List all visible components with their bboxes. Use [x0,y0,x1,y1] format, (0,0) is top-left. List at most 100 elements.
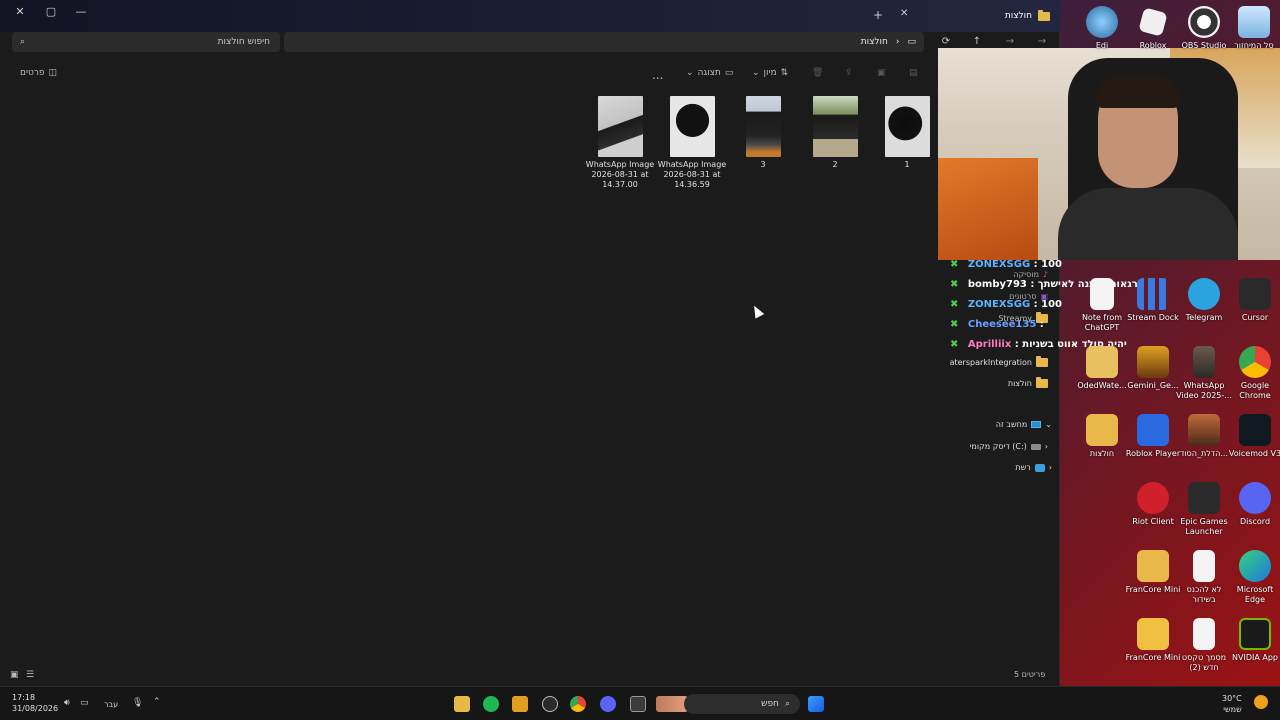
desktop-icon-edge[interactable]: Microsoft Edge [1227,550,1280,605]
image-thumbnail [745,96,781,157]
desktop-icon-obs[interactable]: OBS Studio [1176,6,1232,51]
paste-icon[interactable]: ▤ [909,68,918,78]
file-name: 2026-08-31 at [663,170,721,179]
chevron-up-icon[interactable]: ⌃ [153,697,161,707]
file-name: WhatsApp Image [585,160,655,169]
desktop-icon-nvidia[interactable]: NVIDIA App [1227,618,1280,663]
file-item[interactable]: 1 [872,96,942,170]
network-icon [1034,463,1045,472]
up-button[interactable]: ↑ [969,36,985,47]
file-name: 2026-08-31 at [591,170,649,179]
desktop-icon-voicemod[interactable]: Voicemod V3 [1227,414,1280,459]
desktop-icon-secret-door[interactable]: הדלת_הסוד... [1176,414,1232,459]
maximize-button[interactable]: ▢ [39,2,63,20]
back-button[interactable]: → [1034,36,1050,47]
spotify-icon[interactable] [483,696,499,712]
file-explorer-taskbar-icon[interactable] [454,696,470,712]
desktop-icon-discord[interactable]: Discord [1227,482,1280,527]
desktop-icon-label: Voicemod V3 [1228,449,1280,458]
desktop-icon-label: Cursor [1241,313,1269,322]
desktop-icon-label: Discord [1239,517,1271,526]
desktop-icon-edi[interactable]: Edi [1074,6,1130,51]
desktop-icon-gemini[interactable]: Gemini_Ge... [1125,346,1181,391]
desktop-icon-label: חולצות [1089,449,1115,458]
desktop-icon-label: FranCore Mini [1125,653,1181,662]
details-pane-button[interactable]: פרטים ◫ [20,68,57,78]
chatgpt-icon[interactable] [542,696,558,712]
delete-icon[interactable]: 🗑 [812,68,823,78]
desktop-icon-label: Note from ChatGPT [1081,313,1123,332]
clock[interactable]: 17:18 31/08/2026 [12,692,58,714]
nav-item-current-folder[interactable]: חולצות [1008,377,1048,388]
search-placeholder: חפש [761,699,779,709]
desktop-icon-epic[interactable]: Epic Games Launcher [1176,482,1232,537]
file-name: 14.36.59 [674,180,710,189]
desktop-icon-telegram[interactable]: Telegram [1176,278,1232,323]
desktop-icon-label: OBS Studio [1181,41,1227,50]
sort-button[interactable]: ⌄ מיון ⇅ [752,68,788,78]
forward-button[interactable]: → [1002,36,1018,47]
more-options-button[interactable]: ... [652,68,663,82]
chat-text: 100 [1041,299,1062,310]
task-view-icon[interactable] [630,696,646,712]
nav-item-integration[interactable]: atersparkIntegration [950,356,1048,367]
volume-icon[interactable]: 🔊︎ [64,698,70,708]
desktop-icon-whatsapp-video[interactable]: WhatsApp Video 2025-... [1176,346,1232,401]
search-input[interactable]: ⌕ חיפוש חולצות [12,32,280,52]
address-bar[interactable]: חולצות › ▭ [284,32,924,52]
file-item[interactable]: 2 [800,96,870,170]
microphone-icon[interactable]: 🎙︎ [132,698,143,708]
chat-message: ✖ ZONEXSGG : 100 [950,299,1062,310]
nav-item-local-disk[interactable]: דיסק מקומי (C:) › [970,442,1048,451]
desktop-icon-label: Roblox Player [1125,449,1181,458]
minimize-button[interactable]: — [69,2,93,20]
tab-close-button[interactable]: ✕ [900,8,908,19]
desktop-icon-francore-2[interactable]: FranCore Mini [1125,618,1181,663]
weather-desc: שמשי [1223,705,1242,714]
desktop-icon-recycle-bin[interactable]: סל המיחזור [1226,6,1280,51]
desktop-icon-text-doc[interactable]: מסמך טקסט חדש (2) [1176,618,1232,673]
new-tab-button[interactable]: + [873,8,883,22]
image-thumbnail [812,96,858,157]
discord-taskbar-icon[interactable] [600,696,616,712]
document-icon [1193,618,1215,650]
desktop-icon-roblox-player[interactable]: Roblox Player [1125,414,1181,459]
file-item[interactable]: WhatsApp Image 2026-08-31 at 14.37.00 [585,96,655,190]
desktop-icon-label: הדלת_הסוד... [1179,449,1228,458]
nav-label: מוסיקה [1013,270,1039,279]
file-item[interactable]: 3 [728,96,798,170]
file-item[interactable]: WhatsApp Image 2026-08-31 at 14.36.59 [657,96,727,190]
view-button[interactable]: ⌄ תצוגה ▭ [686,68,733,78]
desktop-icon-roblox[interactable]: Roblox [1125,6,1181,51]
taskbar-search-input[interactable]: חפש ⌕ [684,694,800,714]
close-window-button[interactable]: ✕ [8,2,32,20]
network-status-icon[interactable]: ▭ [80,698,89,708]
weather-widget[interactable]: 30°C שמשי [1222,693,1242,715]
app-taskbar-icon[interactable] [512,696,528,712]
chrome-taskbar-icon[interactable] [570,696,586,712]
desktop-icon-francore-1[interactable]: FranCore Mini [1125,550,1181,595]
desktop-icon-chrome[interactable]: Google Chrome [1227,346,1280,401]
desktop-icon-stream-dock[interactable]: Stream Dock [1125,278,1181,323]
desktop-icon-riot[interactable]: Riot Client [1125,482,1181,527]
nav-item-this-pc[interactable]: מחשב זה ⌄ [996,420,1052,429]
desktop-icon-oded[interactable]: OdedWate... [1074,346,1130,391]
tab-folder[interactable]: חולצות [920,4,1060,28]
desktop-icon-shirts-folder[interactable]: חולצות [1074,414,1130,459]
desktop-icon-no-stream[interactable]: לא להכנס בשידור [1176,550,1232,605]
breadcrumb-folder[interactable]: חולצות [861,37,888,47]
tab-title: חולצות [1004,11,1032,21]
large-icons-view-button[interactable]: ▣ [10,670,19,680]
share-icon[interactable]: ⇪ [845,68,853,78]
details-view-button[interactable]: ☰ [26,670,34,680]
start-button[interactable] [808,696,824,712]
desktop-icon-cursor[interactable]: Cursor [1227,278,1280,323]
refresh-button[interactable]: ⟳ [938,36,954,47]
image-thumbnail-icon [1137,346,1169,378]
desktop-icon-note[interactable]: Note from ChatGPT [1074,278,1130,333]
nav-item-music[interactable]: מוסיקה ♪ [1013,270,1048,279]
language-indicator[interactable]: עבר [104,700,118,709]
rename-icon[interactable]: ▣ [877,68,886,78]
folder-icon [1036,356,1048,367]
nav-item-network[interactable]: רשת › [1015,463,1052,472]
